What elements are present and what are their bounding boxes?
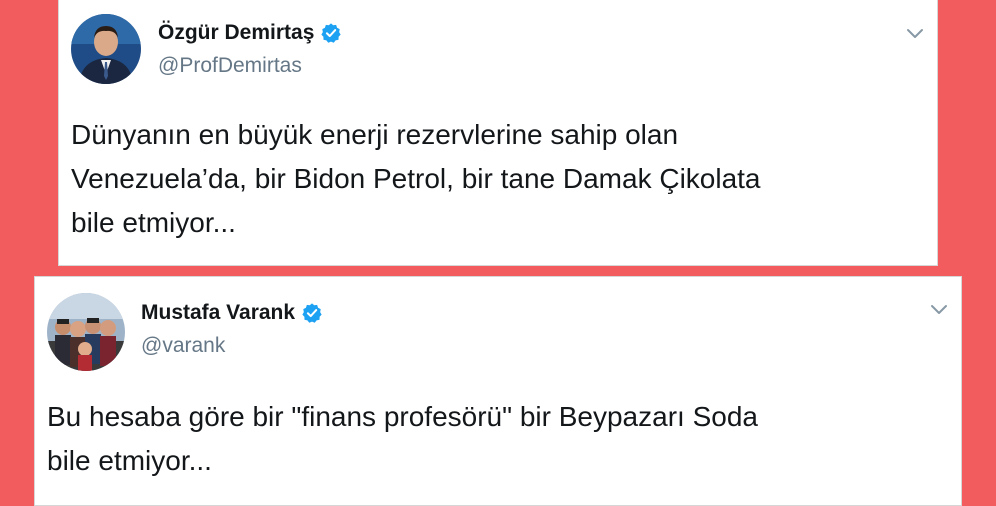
avatar-photo-icon	[71, 14, 141, 84]
tweet-text-line: bile etmiyor...	[71, 207, 236, 238]
tweet-text-line: bile etmiyor...	[47, 445, 212, 476]
tweet-text-line: Venezuela’da, bir Bidon Petrol, bir tane…	[71, 163, 761, 194]
tweet-text: Dünyanın en büyük enerji rezervlerine sa…	[71, 113, 921, 245]
tweet-card: Mustafa Varank @varank Bu hesaba göre bi…	[34, 276, 962, 506]
author-avatar[interactable]	[47, 293, 125, 371]
tweet-card: Özgür Demirtaş @ProfDemirtas Dünyanın en…	[58, 0, 938, 266]
author-handle[interactable]: @ProfDemirtas	[158, 54, 302, 78]
verified-badge-icon	[301, 302, 323, 324]
author-row: Mustafa Varank	[141, 301, 323, 325]
tweet-text-line: Dünyanın en büyük enerji rezervlerine sa…	[71, 119, 679, 150]
author-name[interactable]: Özgür Demirtaş	[158, 21, 314, 45]
author-handle[interactable]: @varank	[141, 334, 225, 358]
verified-badge-icon	[320, 22, 342, 44]
chevron-down-icon[interactable]	[905, 27, 925, 41]
tweet-text-line: Bu hesaba göre bir "finans profesörü" bi…	[47, 401, 758, 432]
chevron-down-icon[interactable]	[929, 303, 949, 317]
avatar-photo-icon	[47, 293, 125, 371]
author-avatar[interactable]	[71, 14, 141, 84]
author-name[interactable]: Mustafa Varank	[141, 301, 295, 325]
author-row: Özgür Demirtaş	[158, 21, 342, 45]
tweet-text: Bu hesaba göre bir "finans profesörü" bi…	[47, 395, 947, 483]
